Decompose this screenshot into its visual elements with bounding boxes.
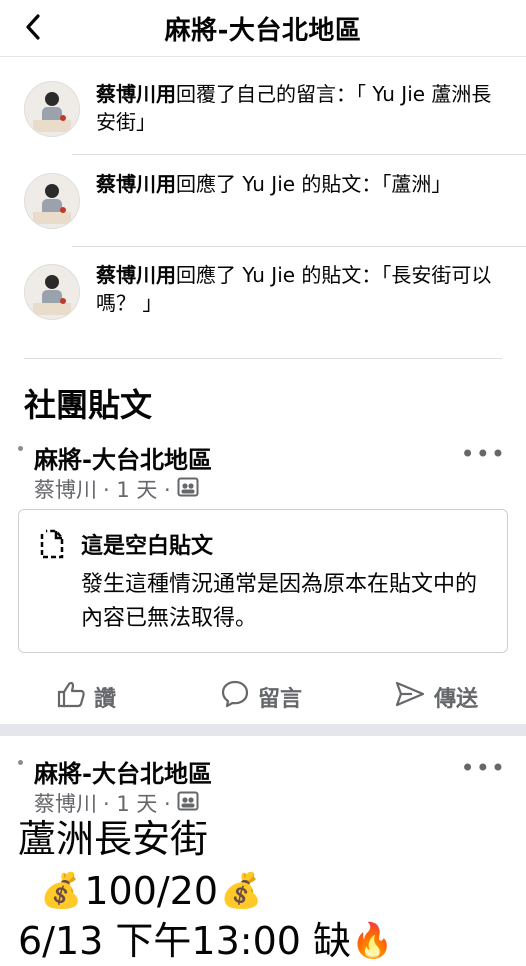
money-bag-icon: 💰 [40, 871, 83, 911]
like-button[interactable]: 讚 [56, 680, 116, 714]
notification-actor: 蔡博川用 [96, 172, 176, 196]
send-icon [394, 679, 426, 715]
empty-post-description: 發生這種情況通常是因為原本在貼文中的內容已無法取得。 [81, 572, 478, 631]
notification-item[interactable]: 蔡博川用回應了 Yu Jie 的貼文：「蘆洲」 [0, 156, 526, 246]
divider [72, 154, 526, 155]
post-text-price: 100/20 [84, 869, 219, 913]
section-separator [0, 724, 526, 736]
like-label: 讚 [94, 687, 117, 712]
avatar[interactable] [24, 264, 80, 320]
notification-text: 蔡博川用回應了 Yu Jie 的貼文：「蘆洲」 [96, 170, 504, 198]
notification-actor: 蔡博川用 [96, 82, 176, 106]
money-bag-icon: 💰 [220, 871, 263, 911]
share-label: 傳送 [434, 687, 479, 712]
post-bullet [18, 760, 23, 765]
more-horizontal-icon[interactable]: ••• [461, 754, 506, 782]
post-time: · 1 天 · [103, 478, 171, 502]
divider [72, 246, 526, 247]
notification-text: 蔡博川用回應了 Yu Jie 的貼文：「長安街可以嗎？ 」 [96, 261, 504, 317]
group-audience-icon [177, 790, 199, 817]
post-group-name[interactable]: 麻將-大台北地區 [34, 440, 212, 475]
divider [24, 358, 502, 359]
share-button[interactable]: 傳送 [394, 680, 478, 714]
empty-post-title: 這是空白貼文 [81, 534, 214, 559]
fire-icon: 🔥 [351, 921, 394, 961]
notification-text: 蔡博川用回覆了自己的留言：「 Yu Jie 蘆洲長安街」 [96, 80, 504, 136]
thumbs-up-icon [56, 679, 86, 715]
post-text-line: 6/13 下午13:00 缺 🔥 [18, 916, 393, 966]
top-bar: 麻將-大台北地區 [0, 0, 526, 57]
post-text-line: 💰 100/20 💰 [40, 866, 262, 916]
post-group-name[interactable]: 麻將-大台北地區 [34, 754, 212, 789]
document-icon [39, 528, 65, 564]
comment-button[interactable]: 留言 [220, 680, 302, 714]
page-title: 麻將-大台北地區 [164, 16, 362, 46]
comment-icon [220, 679, 250, 715]
avatar[interactable] [24, 81, 80, 137]
notification-actor: 蔡博川用 [96, 263, 176, 287]
comment-label: 留言 [258, 687, 303, 712]
group-audience-icon [177, 476, 199, 503]
notification-item[interactable]: 蔡博川用回應了 Yu Jie 的貼文：「長安街可以嗎？ 」 [0, 248, 526, 338]
avatar[interactable] [24, 173, 80, 229]
notification-item[interactable]: 蔡博川用回覆了自己的留言：「 Yu Jie 蘆洲長安街」 [0, 64, 526, 154]
post-text-time: 6/13 下午13:00 缺 [18, 919, 352, 963]
post-bullet [18, 446, 23, 451]
section-title: 社團貼文 [24, 386, 153, 424]
more-horizontal-icon[interactable]: ••• [461, 440, 506, 468]
notification-message: 回應了 Yu Jie 的貼文：「蘆洲」 [176, 172, 452, 196]
post-author[interactable]: 蔡博川 [34, 474, 97, 504]
post-text-line: 蘆洲長安街 [18, 817, 209, 861]
empty-post-card: 這是空白貼文 發生這種情況通常是因為原本在貼文中的內容已無法取得。 [18, 509, 508, 653]
post-meta: 蔡博川 · 1 天 · [34, 474, 199, 504]
